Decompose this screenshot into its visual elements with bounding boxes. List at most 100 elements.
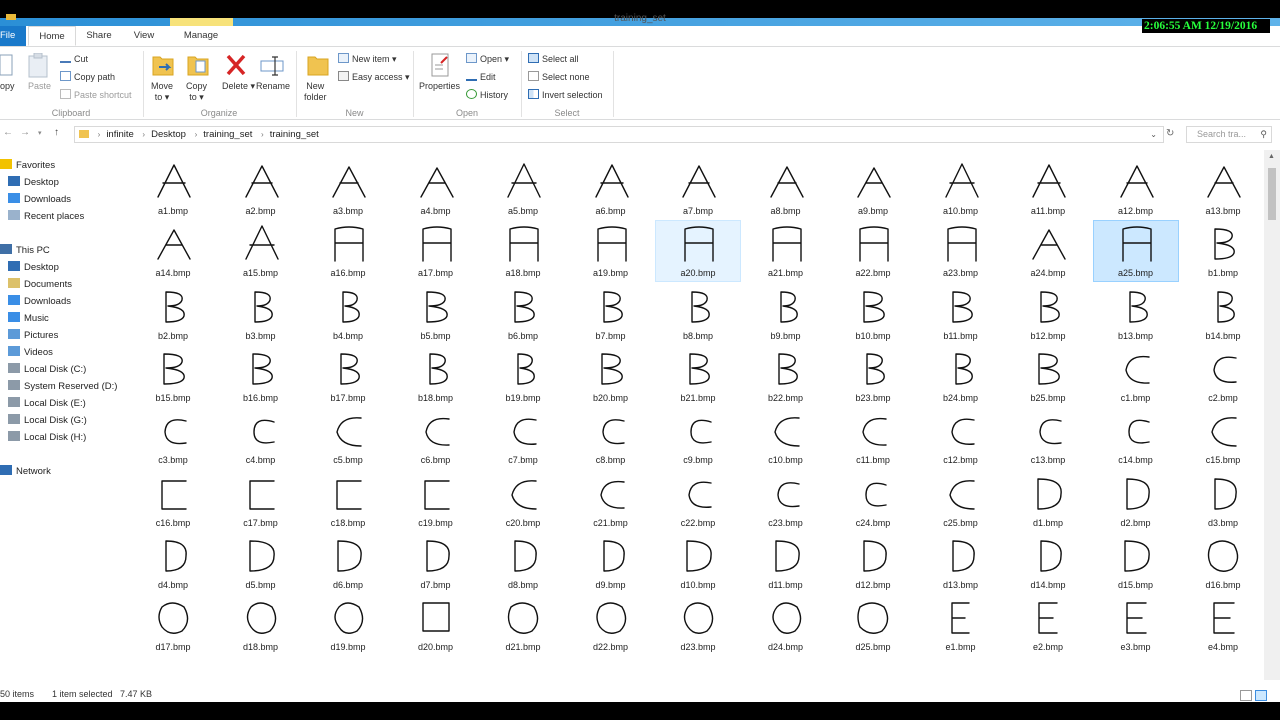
file-item[interactable]: e4.bmp xyxy=(1180,594,1264,656)
file-item[interactable]: d9.bmp xyxy=(568,532,654,594)
file-item[interactable]: b12.bmp xyxy=(1005,283,1091,345)
file-item[interactable]: d4.bmp xyxy=(134,532,216,594)
file-item[interactable]: d20.bmp xyxy=(393,594,479,656)
file-item[interactable]: d1.bmp xyxy=(1005,470,1091,532)
forward-arrow-icon[interactable]: → xyxy=(20,127,30,138)
nav-pc-local-disk-e[interactable]: Local Disk (E:) xyxy=(8,396,86,412)
select-all-button[interactable]: Select all xyxy=(528,53,579,64)
cut-button[interactable]: Cut xyxy=(60,53,88,64)
file-item[interactable]: a23.bmp xyxy=(918,220,1004,282)
invert-selection-button[interactable]: Invert selection xyxy=(528,89,603,100)
file-item[interactable]: d19.bmp xyxy=(305,594,391,656)
file-item[interactable]: d23.bmp xyxy=(655,594,741,656)
file-item[interactable]: b1.bmp xyxy=(1180,220,1264,282)
file-item[interactable]: c9.bmp xyxy=(655,407,741,469)
nav-pc-local-disk-c[interactable]: Local Disk (C:) xyxy=(8,362,86,378)
file-item[interactable]: c19.bmp xyxy=(393,470,479,532)
file-item[interactable]: c8.bmp xyxy=(568,407,654,469)
nav-favorites[interactable]: Favorites xyxy=(0,158,55,174)
move-to-button[interactable]: Move to ▾ xyxy=(151,81,173,103)
file-item[interactable]: a18.bmp xyxy=(480,220,566,282)
file-item[interactable]: b21.bmp xyxy=(655,345,741,407)
file-item[interactable]: c25.bmp xyxy=(918,470,1004,532)
file-item[interactable]: d7.bmp xyxy=(393,532,479,594)
file-item[interactable]: d2.bmp xyxy=(1093,470,1179,532)
file-item[interactable]: c17.bmp xyxy=(218,470,304,532)
file-item[interactable]: a22.bmp xyxy=(830,220,916,282)
file-item[interactable]: a14.bmp xyxy=(134,220,216,282)
file-item[interactable]: c21.bmp xyxy=(568,470,654,532)
file-item[interactable]: d11.bmp xyxy=(743,532,829,594)
file-item[interactable]: c2.bmp xyxy=(1180,345,1264,407)
file-item[interactable]: d8.bmp xyxy=(480,532,566,594)
scrollbar-thumb[interactable] xyxy=(1268,168,1276,220)
file-item[interactable]: a21.bmp xyxy=(743,220,829,282)
file-item[interactable]: a9.bmp xyxy=(830,158,916,220)
nav-fav-desktop[interactable]: Desktop xyxy=(8,175,59,191)
file-item[interactable]: a24.bmp xyxy=(1005,220,1091,282)
file-item[interactable]: a13.bmp xyxy=(1180,158,1264,220)
file-item[interactable]: c3.bmp xyxy=(134,407,216,469)
file-item[interactable]: b2.bmp xyxy=(134,283,216,345)
file-item[interactable]: c20.bmp xyxy=(480,470,566,532)
file-item[interactable]: b25.bmp xyxy=(1005,345,1091,407)
file-item[interactable]: d22.bmp xyxy=(568,594,654,656)
file-item[interactable]: b9.bmp xyxy=(743,283,829,345)
file-item[interactable]: b24.bmp xyxy=(918,345,1004,407)
nav-pc-system-reserved-d[interactable]: System Reserved (D:) xyxy=(8,379,117,395)
file-item[interactable]: a10.bmp xyxy=(918,158,1004,220)
breadcrumb-item[interactable]: Desktop xyxy=(151,129,186,140)
nav-pc-desktop[interactable]: Desktop xyxy=(8,260,59,276)
file-item[interactable]: e1.bmp xyxy=(918,594,1004,656)
file-item[interactable]: c4.bmp xyxy=(218,407,304,469)
file-item[interactable]: c16.bmp xyxy=(134,470,216,532)
vertical-scrollbar[interactable]: ▲ xyxy=(1264,150,1280,680)
rename-button[interactable]: Rename xyxy=(256,81,290,91)
file-item[interactable]: b20.bmp xyxy=(568,345,654,407)
nav-fav-downloads[interactable]: Downloads xyxy=(8,192,71,208)
properties-button[interactable]: Properties xyxy=(419,81,460,91)
nav-pc-downloads[interactable]: Downloads xyxy=(8,294,71,310)
open-button[interactable]: Open ▾ xyxy=(466,53,509,65)
nav-pc-documents[interactable]: Documents xyxy=(8,277,72,293)
file-item[interactable]: d15.bmp xyxy=(1093,532,1179,594)
file-item[interactable]: c24.bmp xyxy=(830,470,916,532)
file-item[interactable]: c7.bmp xyxy=(480,407,566,469)
recent-locations-chevron-icon[interactable]: ▾ xyxy=(38,129,42,137)
file-item[interactable]: c22.bmp xyxy=(655,470,741,532)
copy-path-button[interactable]: Copy path xyxy=(60,71,115,82)
tab-home[interactable]: Home xyxy=(28,26,76,46)
history-button[interactable]: History xyxy=(466,89,508,100)
nav-fav-recent-places[interactable]: Recent places xyxy=(8,209,84,225)
file-item[interactable]: d14.bmp xyxy=(1005,532,1091,594)
file-item[interactable]: a12.bmp xyxy=(1093,158,1179,220)
file-item[interactable]: d13.bmp xyxy=(918,532,1004,594)
new-folder-button[interactable]: New folder xyxy=(304,81,327,103)
file-item[interactable]: a16.bmp xyxy=(305,220,391,282)
file-item[interactable]: d6.bmp xyxy=(305,532,391,594)
large-icons-view-icon[interactable] xyxy=(1255,690,1267,701)
file-item[interactable]: d10.bmp xyxy=(655,532,741,594)
file-item[interactable]: a6.bmp xyxy=(568,158,654,220)
file-item[interactable]: b23.bmp xyxy=(830,345,916,407)
file-item[interactable]: b4.bmp xyxy=(305,283,391,345)
search-input[interactable]: Search tra... ⚲ xyxy=(1186,126,1272,143)
file-item[interactable]: b10.bmp xyxy=(830,283,916,345)
file-item[interactable]: c11.bmp xyxy=(830,407,916,469)
details-view-icon[interactable] xyxy=(1240,690,1252,701)
copy-to-button[interactable]: Copy to ▾ xyxy=(186,81,207,103)
tab-share[interactable]: Share xyxy=(84,26,114,46)
paste-button[interactable]: Paste xyxy=(28,81,51,91)
file-item[interactable]: b5.bmp xyxy=(393,283,479,345)
file-item[interactable]: b3.bmp xyxy=(218,283,304,345)
nav-this-pc[interactable]: This PC xyxy=(0,243,50,259)
file-item[interactable]: e3.bmp xyxy=(1093,594,1179,656)
file-item[interactable]: a25.bmp xyxy=(1092,220,1179,283)
delete-button[interactable]: Delete ▾ xyxy=(222,81,255,92)
file-item[interactable]: a19.bmp xyxy=(568,220,654,282)
file-item[interactable]: d21.bmp xyxy=(480,594,566,656)
file-item[interactable]: d16.bmp xyxy=(1180,532,1264,594)
file-item[interactable]: d3.bmp xyxy=(1180,470,1264,532)
select-none-button[interactable]: Select none xyxy=(528,71,590,82)
file-item[interactable]: b15.bmp xyxy=(134,345,216,407)
